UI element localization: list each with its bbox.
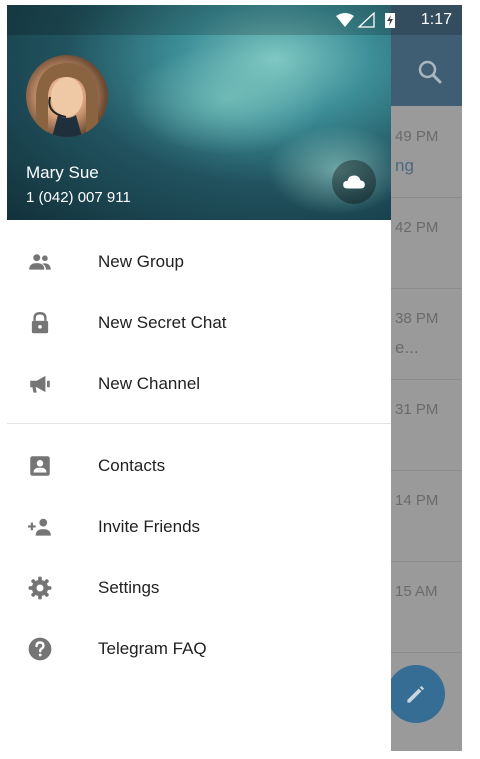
lock-icon bbox=[31, 312, 49, 334]
group-icon bbox=[29, 254, 51, 270]
chat-time: 15 AM bbox=[395, 583, 438, 600]
help-icon bbox=[28, 637, 52, 661]
cloud-icon bbox=[343, 175, 365, 189]
menu-item-label: Telegram FAQ bbox=[98, 639, 207, 658]
wifi-icon bbox=[336, 13, 354, 27]
menu-divider bbox=[7, 423, 391, 424]
contact-card-icon bbox=[30, 456, 50, 476]
signal-icon bbox=[357, 12, 375, 28]
menu-item-label: New Channel bbox=[98, 374, 201, 393]
drawer-header: Mary Sue 1 (042) 007 911 bbox=[7, 5, 391, 220]
menu-item-new-channel[interactable]: New Channel bbox=[7, 353, 391, 414]
user-phone: 1 (042) 007 911 bbox=[26, 189, 131, 206]
clock: 1:17 bbox=[420, 11, 452, 28]
menu-item-contacts[interactable]: Contacts bbox=[7, 435, 391, 496]
menu-item-invite-friends[interactable]: Invite Friends bbox=[7, 496, 391, 557]
chat-time: 31 PM bbox=[395, 401, 439, 418]
pencil-icon bbox=[407, 685, 425, 703]
menu-item-label: New Secret Chat bbox=[98, 313, 227, 332]
compose-button[interactable] bbox=[387, 665, 445, 723]
chat-time: 14 PM bbox=[395, 492, 439, 509]
user-name: Mary Sue bbox=[26, 163, 99, 182]
chat-time: 38 PM bbox=[395, 310, 439, 327]
search-icon[interactable] bbox=[415, 57, 445, 87]
navigation-drawer: Mary Sue 1 (042) 007 911 New Group New S… bbox=[7, 5, 391, 751]
menu-item-label: Contacts bbox=[98, 456, 166, 475]
menu-item-new-group[interactable]: New Group bbox=[7, 231, 391, 292]
status-bar: 1:17 bbox=[7, 5, 462, 35]
avatar[interactable] bbox=[26, 55, 108, 137]
add-person-icon bbox=[28, 518, 51, 536]
chat-time: 49 PM bbox=[395, 128, 439, 145]
drawer-menu: New Group New Secret Chat New Channel Co… bbox=[7, 231, 391, 679]
chat-preview: ng bbox=[395, 156, 414, 175]
menu-item-label: Settings bbox=[98, 578, 160, 597]
menu-item-telegram-faq[interactable]: Telegram FAQ bbox=[7, 618, 391, 679]
menu-item-label: New Group bbox=[98, 252, 184, 271]
phone-screen: 49 PM ng 42 PM 38 PM e... 31 PM 14 PM 15… bbox=[7, 5, 462, 751]
gear-icon bbox=[28, 576, 52, 600]
status-icons bbox=[336, 12, 395, 28]
menu-item-label: Invite Friends bbox=[98, 517, 201, 536]
chat-time: 42 PM bbox=[395, 219, 439, 236]
avatar-photo bbox=[36, 63, 98, 137]
saved-messages-button[interactable] bbox=[332, 160, 376, 204]
megaphone-icon bbox=[30, 375, 50, 393]
menu-item-settings[interactable]: Settings bbox=[7, 557, 391, 618]
menu-item-new-secret-chat[interactable]: New Secret Chat bbox=[7, 292, 391, 353]
chat-preview: e... bbox=[395, 338, 419, 357]
